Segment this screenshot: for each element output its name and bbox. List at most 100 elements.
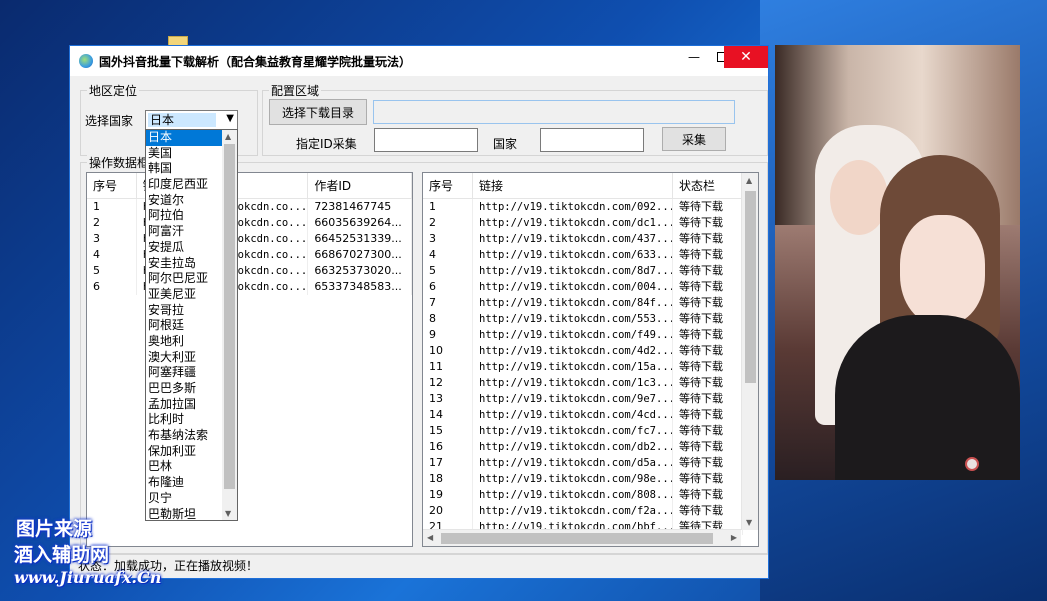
scroll-up-icon[interactable]: ▲ bbox=[746, 176, 752, 185]
right-table-hscrollbar[interactable]: ◀ ▶ bbox=[423, 529, 741, 546]
country-select[interactable]: 日本 ▼ bbox=[145, 110, 238, 130]
country-option[interactable]: 阿富汗 bbox=[146, 224, 222, 240]
title-bar[interactable]: 国外抖音批量下载解析（配合集益教育星耀学院批量玩法） — ✕ bbox=[70, 46, 768, 76]
source-watermark: 图片来源 酒入辅助网 www.Jiuruafx.Cn bbox=[14, 514, 184, 594]
left-col-author[interactable]: 作者ID bbox=[308, 173, 412, 198]
dropdown-scroll-thumb[interactable] bbox=[224, 144, 235, 489]
country-option[interactable]: 韩国 bbox=[146, 161, 222, 177]
row-no: 18 bbox=[423, 471, 473, 487]
row-no: 15 bbox=[423, 423, 473, 439]
row-no: 20 bbox=[423, 503, 473, 519]
table-row[interactable]: 11 http://v19.tiktokcdn.com/15a... 等待下载 bbox=[423, 359, 758, 375]
country-option[interactable]: 孟加拉国 bbox=[146, 397, 222, 413]
country-option[interactable]: 阿尔巴尼亚 bbox=[146, 271, 222, 287]
country-option[interactable]: 比利时 bbox=[146, 412, 222, 428]
country-option[interactable]: 印度尼西亚 bbox=[146, 177, 222, 193]
row-status: 等待下载 bbox=[673, 215, 743, 231]
right-col-link[interactable]: 链接 bbox=[473, 173, 673, 198]
country-option[interactable]: 安提瓜 bbox=[146, 240, 222, 256]
table-row[interactable]: 14 http://v19.tiktokcdn.com/4cd... 等待下载 bbox=[423, 407, 758, 423]
table-row[interactable]: 6http://v19.tiktokcdn.co...65337348583..… bbox=[87, 279, 412, 295]
country-option[interactable]: 布隆迪 bbox=[146, 475, 222, 491]
table-row[interactable]: 2 http://v19.tiktokcdn.com/dc1... 等待下载 bbox=[423, 215, 758, 231]
country-option[interactable]: 安圭拉岛 bbox=[146, 256, 222, 272]
right-data-table[interactable]: 序号 链接 状态栏 1 http://v19.tiktokcdn.com/092.… bbox=[422, 172, 759, 547]
table-row[interactable]: 9 http://v19.tiktokcdn.com/f49... 等待下载 bbox=[423, 327, 758, 343]
scroll-up-icon[interactable]: ▲ bbox=[225, 132, 231, 141]
close-button[interactable]: ✕ bbox=[724, 46, 768, 68]
config-group: 配置区域 选择下载目录 指定ID采集 国家 采集 bbox=[262, 82, 768, 156]
table-row[interactable]: 4 http://v19.tiktokcdn.com/633... 等待下载 bbox=[423, 247, 758, 263]
country-dropdown-list[interactable]: 日本 美国 韩国 印度尼西亚 安道尔 阿拉伯 阿富汗 安提瓜 安圭拉岛 阿尔巴尼亚 亚美尼亚 安哥拉阿… bbox=[145, 129, 238, 521]
right-hscroll-thumb[interactable] bbox=[441, 533, 713, 544]
table-row[interactable]: 18 http://v19.tiktokcdn.com/98e... 等待下载 bbox=[423, 471, 758, 487]
country-option[interactable]: 阿根廷 bbox=[146, 318, 222, 334]
table-row[interactable]: 20 http://v19.tiktokcdn.com/f2a... 等待下载 bbox=[423, 503, 758, 519]
table-row[interactable]: 7 http://v19.tiktokcdn.com/84f... 等待下载 bbox=[423, 295, 758, 311]
table-row[interactable]: 17 http://v19.tiktokcdn.com/d5a... 等待下载 bbox=[423, 455, 758, 471]
country-option[interactable]: 奥地利 bbox=[146, 334, 222, 350]
table-row[interactable]: 2http://v19.tiktokcdn.co...66035639264..… bbox=[87, 215, 412, 231]
video-player[interactable] bbox=[775, 45, 1020, 480]
country-option[interactable]: 安道尔 bbox=[146, 193, 222, 209]
scroll-down-icon[interactable]: ▼ bbox=[746, 518, 752, 527]
country-option[interactable]: 巴巴多斯 bbox=[146, 381, 222, 397]
row-no: 3 bbox=[423, 231, 473, 247]
table-row[interactable]: 1http://v19.tiktokcdn.co...72381467745 bbox=[87, 199, 412, 215]
country-option[interactable]: 澳大利亚 bbox=[146, 350, 222, 366]
row-link: http://v19.tiktokcdn.com/808... bbox=[473, 487, 673, 503]
row-link: http://v19.tiktokcdn.com/553... bbox=[473, 311, 673, 327]
country-option[interactable]: 阿拉伯 bbox=[146, 208, 222, 224]
dropdown-scrollbar[interactable]: ▲ ▼ bbox=[222, 130, 237, 520]
row-status: 等待下载 bbox=[673, 439, 743, 455]
row-link: http://v19.tiktokcdn.com/4d2... bbox=[473, 343, 673, 359]
country-option[interactable]: 保加利亚 bbox=[146, 444, 222, 460]
row-status: 等待下载 bbox=[673, 503, 743, 519]
table-row[interactable]: 12 http://v19.tiktokcdn.com/1c3... 等待下载 bbox=[423, 375, 758, 391]
left-col-no[interactable]: 序号 bbox=[87, 173, 137, 198]
config-country-input[interactable] bbox=[540, 128, 644, 152]
right-col-no[interactable]: 序号 bbox=[423, 173, 473, 198]
table-row[interactable]: 4http://v19.tiktokcdn.co...66867027300..… bbox=[87, 247, 412, 263]
scroll-down-icon[interactable]: ▼ bbox=[225, 509, 231, 518]
country-option[interactable]: 巴林 bbox=[146, 459, 222, 475]
row-no: 4 bbox=[87, 247, 137, 263]
right-col-status[interactable]: 状态栏 bbox=[673, 173, 743, 198]
country-option[interactable]: 安哥拉 bbox=[146, 303, 222, 319]
table-row[interactable]: 3http://v19.tiktokcdn.co...66452531339..… bbox=[87, 231, 412, 247]
row-link: http://v19.tiktokcdn.com/4cd... bbox=[473, 407, 673, 423]
id-collect-input[interactable] bbox=[374, 128, 478, 152]
scroll-left-icon[interactable]: ◀ bbox=[427, 533, 433, 542]
download-dir-field[interactable] bbox=[373, 100, 735, 124]
choose-download-dir-button[interactable]: 选择下载目录 bbox=[269, 99, 367, 125]
table-row[interactable]: 6 http://v19.tiktokcdn.com/004... 等待下载 bbox=[423, 279, 758, 295]
row-link: http://v19.tiktokcdn.com/84f... bbox=[473, 295, 673, 311]
row-no: 14 bbox=[423, 407, 473, 423]
row-link: http://v19.tiktokcdn.com/98e... bbox=[473, 471, 673, 487]
right-table-body: 1 http://v19.tiktokcdn.com/092... 等待下载 2 htt… bbox=[423, 199, 758, 535]
right-table-vscrollbar[interactable]: ▲ ▼ bbox=[741, 173, 758, 530]
table-row[interactable]: 10 http://v19.tiktokcdn.com/4d2... 等待下载 bbox=[423, 343, 758, 359]
country-option[interactable]: 日本 bbox=[146, 130, 222, 146]
table-row[interactable]: 3 http://v19.tiktokcdn.com/437... 等待下载 bbox=[423, 231, 758, 247]
table-row[interactable]: 13 http://v19.tiktokcdn.com/9e7... 等待下载 bbox=[423, 391, 758, 407]
table-row[interactable]: 5http://v19.tiktokcdn.co...66325373020..… bbox=[87, 263, 412, 279]
scroll-right-icon[interactable]: ▶ bbox=[731, 533, 737, 542]
right-vscroll-thumb[interactable] bbox=[745, 191, 756, 383]
collect-button[interactable]: 采集 bbox=[662, 127, 726, 151]
country-option[interactable]: 贝宁 bbox=[146, 491, 222, 507]
table-row[interactable]: 5 http://v19.tiktokcdn.com/8d7... 等待下载 bbox=[423, 263, 758, 279]
table-row[interactable]: 1 http://v19.tiktokcdn.com/092... 等待下载 bbox=[423, 199, 758, 215]
row-author-id: 66035639264... bbox=[308, 215, 412, 231]
left-data-table[interactable]: 序号 链接 作者ID 1http://v19.tiktokcdn.co...72… bbox=[86, 172, 413, 547]
country-option[interactable]: 布基纳法索 bbox=[146, 428, 222, 444]
country-option[interactable]: 阿塞拜疆 bbox=[146, 365, 222, 381]
table-row[interactable]: 16 http://v19.tiktokcdn.com/db2... 等待下载 bbox=[423, 439, 758, 455]
table-row[interactable]: 8 http://v19.tiktokcdn.com/553... 等待下载 bbox=[423, 311, 758, 327]
table-row[interactable]: 15 http://v19.tiktokcdn.com/fc7... 等待下载 bbox=[423, 423, 758, 439]
table-row[interactable]: 19 http://v19.tiktokcdn.com/808... 等待下载 bbox=[423, 487, 758, 503]
row-status: 等待下载 bbox=[673, 295, 743, 311]
country-option[interactable]: 美国 bbox=[146, 146, 222, 162]
country-option[interactable]: 亚美尼亚 bbox=[146, 287, 222, 303]
minimize-button[interactable]: — bbox=[680, 46, 708, 68]
